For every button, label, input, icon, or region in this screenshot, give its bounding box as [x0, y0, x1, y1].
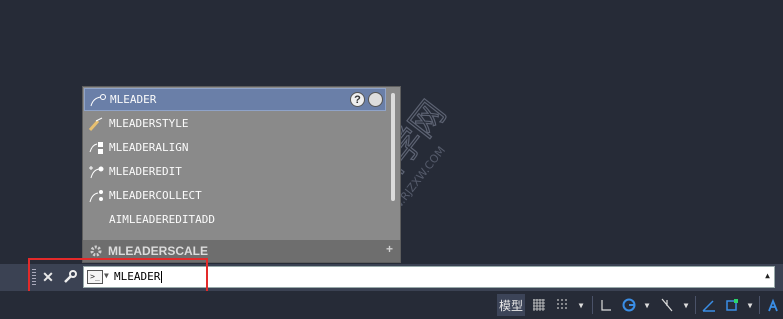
autocomplete-item-aimleadereditadd[interactable]: AIMLEADEREDITADD — [84, 208, 386, 231]
expand-history-icon[interactable]: ▲ — [765, 271, 770, 280]
search-web-icon[interactable] — [368, 92, 383, 107]
autocomplete-list: MLEADER ? MLEADERSTYLE MLEADERALIGN MLEA… — [82, 86, 401, 263]
ortho-icon[interactable] — [596, 294, 616, 316]
snap-icon[interactable] — [552, 294, 574, 316]
autocomplete-item-mleaderedit[interactable]: MLEADEREDIT — [84, 160, 386, 183]
status-bar: 模型 ▼ ▼ ▼ ▼ — [0, 291, 783, 319]
polar-dropdown-icon[interactable]: ▼ — [641, 294, 653, 316]
isodraft-icon[interactable] — [656, 294, 678, 316]
autocomplete-item-mleaderalign[interactable]: MLEADERALIGN — [84, 136, 386, 159]
autocomplete-item-label: MLEADEREDIT — [109, 165, 182, 178]
annotation-scale-icon[interactable] — [763, 294, 783, 316]
autocomplete-item-label: MLEADERSCALE — [108, 244, 209, 258]
multileader-style-icon — [87, 115, 107, 133]
autocomplete-item-mleaderstyle[interactable]: MLEADERSTYLE — [84, 112, 386, 135]
isodraft-dropdown-icon[interactable]: ▼ — [680, 294, 692, 316]
separator — [695, 296, 696, 314]
autocomplete-item-label: MLEADERCOLLECT — [109, 189, 202, 202]
object-snap-icon[interactable] — [722, 294, 742, 316]
help-icon[interactable]: ? — [350, 92, 365, 107]
multileader-edit-icon — [87, 163, 107, 181]
multileader-collect-icon — [87, 187, 107, 205]
autocomplete-item-label: AIMLEADEREDITADD — [109, 213, 215, 226]
snap-dropdown-icon[interactable]: ▼ — [575, 294, 587, 316]
object-snap-tracking-icon[interactable] — [699, 294, 719, 316]
autocomplete-item-mleader[interactable]: MLEADER ? — [84, 88, 386, 111]
model-space-button[interactable]: 模型 — [497, 294, 525, 316]
autocomplete-item-label: MLEADERALIGN — [109, 141, 189, 154]
autocomplete-item-label: MLEADERSTYLE — [109, 117, 189, 130]
autocomplete-item-mleadercollect[interactable]: MLEADERCOLLECT — [84, 184, 386, 207]
separator — [592, 296, 593, 314]
object-snap-dropdown-icon[interactable]: ▼ — [744, 294, 756, 316]
expand-icon[interactable]: + — [386, 242, 393, 256]
grid-icon[interactable] — [529, 294, 549, 316]
autocomplete-item-label: MLEADER — [110, 93, 157, 106]
autocomplete-scrollbar[interactable] — [391, 93, 395, 201]
multileader-icon — [88, 91, 108, 109]
separator — [759, 296, 760, 314]
polar-tracking-icon[interactable] — [619, 294, 639, 316]
multileader-align-icon — [87, 139, 107, 157]
